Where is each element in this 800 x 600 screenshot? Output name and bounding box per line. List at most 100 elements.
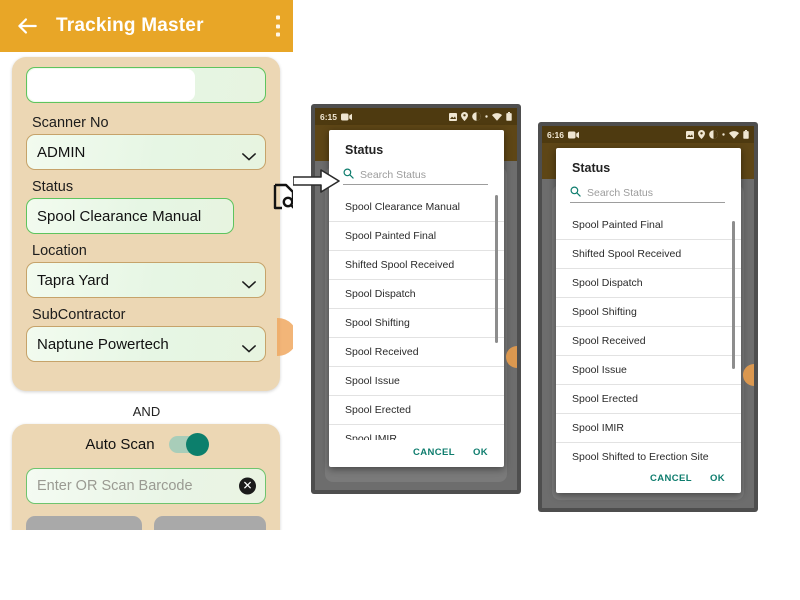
list-item[interactable]: Spool Erected [329, 396, 504, 425]
list-item[interactable]: Spool Painted Final [556, 211, 741, 240]
back-arrow-icon[interactable] [14, 13, 40, 39]
barcode-input[interactable]: Enter OR Scan Barcode ✕ [26, 468, 266, 504]
ok-button[interactable]: OK [710, 473, 725, 484]
phone-mock-2: 6:16 Status Search Status Spool Painted … [538, 122, 758, 512]
phone-mock-1: 6:15 Status Search Status Spool Clearanc… [311, 104, 521, 494]
screen-record-icon [341, 113, 353, 120]
status-dialog-2: Status Search Status Spool Painted Final… [556, 148, 741, 493]
cancel-button[interactable]: CANCEL [413, 447, 455, 458]
filter-card: Scanner No ADMIN Status Spool Clearance … [12, 57, 293, 391]
auto-scan-toggle[interactable] [168, 433, 209, 456]
wifi-icon [729, 130, 739, 139]
list-item[interactable]: Spool Issue [556, 356, 741, 385]
battery-icon [743, 130, 749, 139]
dialog-option-list-2[interactable]: Spool Painted Final Shifted Spool Receiv… [556, 211, 741, 466]
list-item[interactable]: Spool Painted Final [329, 222, 504, 251]
overflow-menu-icon[interactable] [275, 15, 280, 37]
scanner-no-label: Scanner No [32, 115, 109, 131]
scan-card: Auto Scan Enter OR Scan Barcode ✕ [12, 424, 280, 530]
app-screenshot-left: Tracking Master Scanner No ADMIN Status … [0, 0, 293, 530]
list-scrollbar[interactable] [495, 195, 498, 343]
dialog-search-field[interactable]: Search Status [343, 168, 488, 185]
list-item[interactable]: Spool IMIR [556, 414, 741, 443]
form-field-status: Status Spool Clearance Manual [26, 179, 293, 234]
subcontractor-value: Naptune Powertech [37, 335, 169, 353]
scanner-no-value: ADMIN [37, 143, 86, 161]
status-bar-time: 6:15 [320, 111, 338, 122]
list-item[interactable]: Spool Shifted to Erection Site [556, 443, 741, 466]
form-field-scanner-no: Scanner No ADMIN [26, 115, 266, 170]
list-item[interactable]: Spool Shifting [329, 309, 504, 338]
chevron-down-icon [242, 276, 256, 289]
phone-2-screen: 6:16 Status Search Status Spool Painted … [542, 126, 754, 508]
dialog-option-list-1[interactable]: Spool Clearance Manual Spool Painted Fin… [329, 193, 504, 440]
document-search-icon[interactable] [271, 183, 293, 211]
list-item[interactable]: Spool Clearance Manual [329, 193, 504, 222]
cancel-button[interactable]: CANCEL [650, 473, 692, 484]
list-item[interactable]: Spool Dispatch [329, 280, 504, 309]
location-value: Tapra Yard [37, 271, 109, 289]
status-bar-left: 6:16 [547, 129, 580, 140]
chevron-down-icon [242, 340, 256, 353]
scan-action-button-left[interactable] [26, 516, 142, 530]
pointer-arrow-icon [292, 169, 341, 193]
list-item[interactable]: Spool Issue [329, 367, 504, 396]
screenshot-icon [686, 130, 694, 139]
list-item[interactable]: Spool Erected [556, 385, 741, 414]
dialog-search-field[interactable]: Search Status [570, 186, 725, 203]
screenshot-icon [449, 112, 457, 121]
status-value: Spool Clearance Manual [37, 207, 202, 225]
battery-icon [506, 112, 512, 121]
and-separator-label: AND [132, 404, 161, 419]
side-drawer-tab[interactable] [277, 318, 293, 356]
dialog-title: Status [572, 161, 611, 175]
phone-1-screen: 6:15 Status Search Status Spool Clearanc… [315, 108, 517, 490]
status-bar-left: 6:15 [320, 111, 353, 122]
auto-scan-row: Auto Scan [12, 433, 280, 456]
auto-scan-label: Auto Scan [85, 436, 155, 453]
search-icon [570, 186, 581, 197]
list-scrollbar[interactable] [732, 221, 735, 369]
list-item[interactable]: Spool Shifting [556, 298, 741, 327]
screenshot-canvas: Tracking Master Scanner No ADMIN Status … [0, 0, 800, 600]
location-dropdown[interactable]: Tapra Yard [26, 262, 266, 298]
dialog-actions: CANCEL OK [329, 440, 504, 467]
barcode-placeholder: Enter OR Scan Barcode [37, 478, 193, 494]
scan-action-button-right[interactable] [154, 516, 266, 530]
subcontractor-dropdown[interactable]: Naptune Powertech [26, 326, 266, 362]
list-item[interactable]: Shifted Spool Received [329, 251, 504, 280]
form-field-subcontractor: SubContractor Naptune Powertech [26, 307, 266, 362]
location-icon [461, 112, 468, 121]
chevron-down-icon [242, 148, 256, 161]
phone-1-status-bar: 6:15 [315, 108, 517, 125]
status-bar-right [686, 130, 749, 139]
masked-overlay [28, 69, 195, 101]
status-dialog-1: Status Search Status Spool Clearance Man… [329, 130, 504, 467]
list-item[interactable]: Spool IMIR [329, 425, 504, 440]
status-bar-time: 6:16 [547, 129, 565, 140]
dialog-title: Status [345, 143, 384, 157]
phone-2-status-bar: 6:16 [542, 126, 754, 143]
list-item[interactable]: Spool Received [329, 338, 504, 367]
scanner-no-dropdown[interactable]: ADMIN [26, 134, 266, 170]
status-label: Status [32, 179, 74, 195]
dot-icon [722, 133, 725, 136]
form-field-location: Location Tapra Yard [26, 243, 266, 298]
app-bar: Tracking Master [0, 0, 293, 52]
list-item[interactable]: Spool Received [556, 327, 741, 356]
form-field-masked [26, 67, 266, 103]
search-icon [343, 168, 354, 179]
list-item[interactable]: Spool Dispatch [556, 269, 741, 298]
clear-circle-icon[interactable]: ✕ [239, 477, 256, 495]
location-label: Location [32, 243, 87, 259]
dialog-search-placeholder: Search Status [360, 169, 426, 181]
ok-button[interactable]: OK [473, 447, 488, 458]
dot-icon [485, 115, 488, 118]
list-item[interactable]: Shifted Spool Received [556, 240, 741, 269]
screen-record-icon [568, 131, 580, 138]
page-title: Tracking Master [56, 15, 204, 36]
masked-input[interactable] [26, 67, 266, 103]
location-icon [698, 130, 705, 139]
status-picker[interactable]: Spool Clearance Manual [26, 198, 234, 234]
dialog-search-placeholder: Search Status [587, 187, 653, 199]
